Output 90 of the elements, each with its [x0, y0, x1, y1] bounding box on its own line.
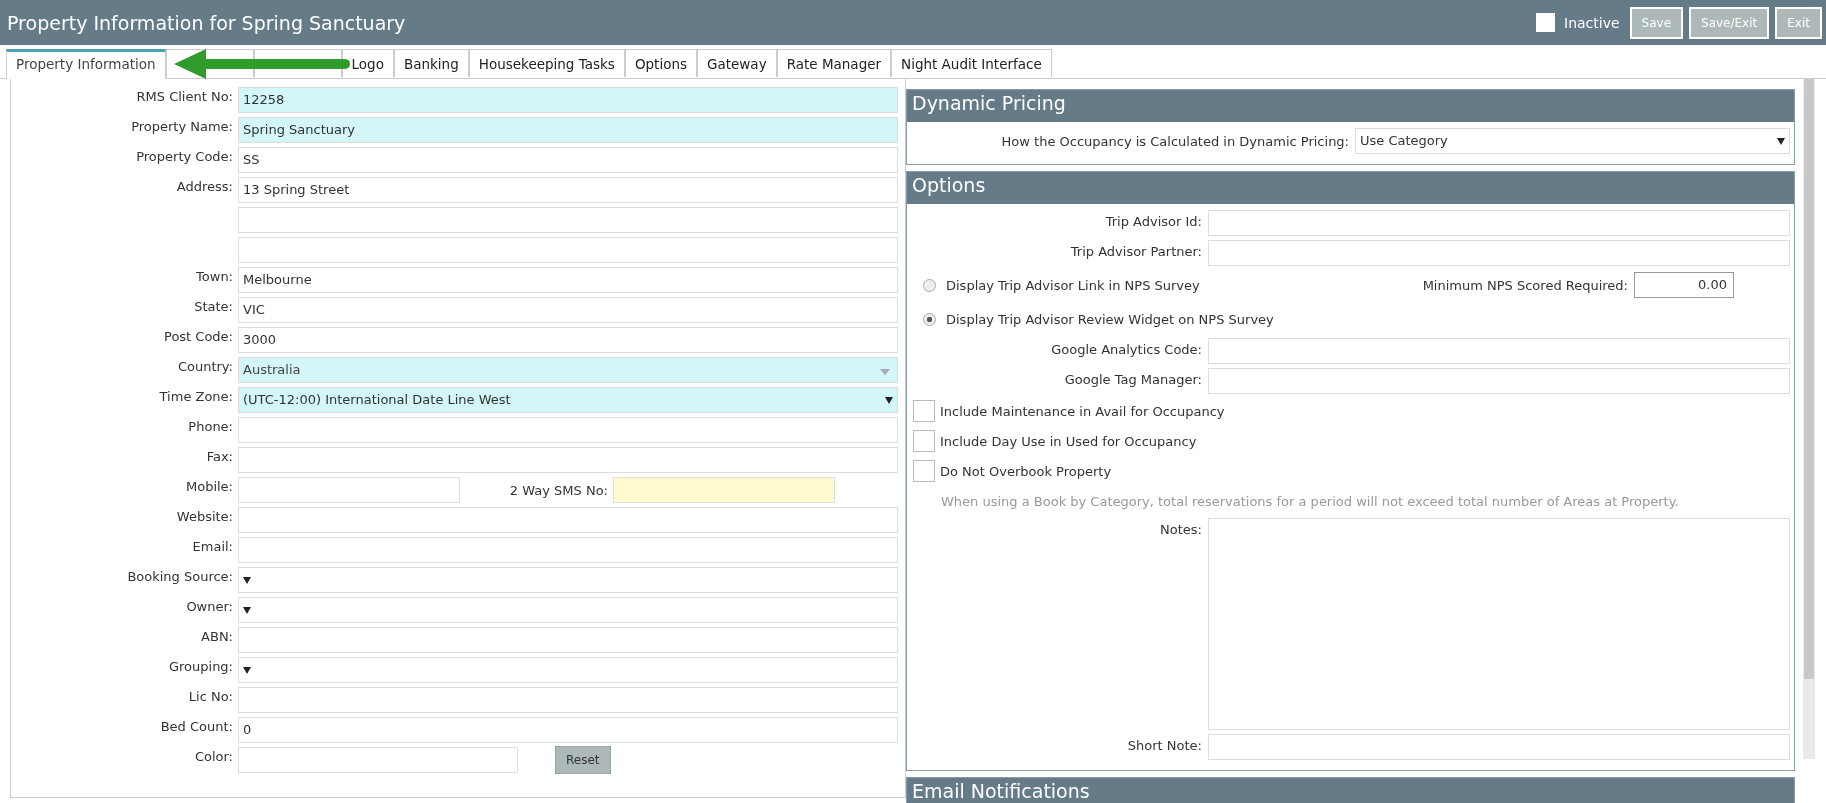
- field-label: Website:: [175, 508, 234, 524]
- field-label: Grouping:: [167, 658, 234, 674]
- radio-label: Display Trip Advisor Link in NPS Survey: [946, 277, 1201, 293]
- notes-area[interactable]: [1208, 518, 1790, 730]
- checkbox-label: Include Day Use in Used for Occupancy: [940, 433, 1197, 449]
- checkbox[interactable]: [913, 400, 935, 422]
- field-label: Bed Count:: [159, 718, 234, 734]
- text-field[interactable]: 12258: [238, 87, 898, 113]
- field-label: Color:: [193, 748, 234, 764]
- text-field[interactable]: [238, 417, 898, 443]
- checkbox[interactable]: [913, 430, 935, 452]
- checkbox[interactable]: [1536, 13, 1555, 32]
- text-field[interactable]: 3000: [238, 327, 898, 353]
- text-field[interactable]: [238, 537, 898, 563]
- text-field[interactable]: [238, 507, 898, 533]
- section-header: Dynamic Pricing: [907, 90, 1794, 122]
- field-label: Owner:: [185, 598, 234, 614]
- text-field[interactable]: [1208, 338, 1790, 364]
- field-label: Post Code:: [163, 328, 234, 344]
- text-field[interactable]: [1208, 210, 1790, 236]
- window-title: Property Information for Spring Sanctuary: [7, 11, 406, 34]
- field-label: Notes:: [1159, 521, 1203, 537]
- tab[interactable]: Options: [624, 49, 697, 77]
- field-label: Address:: [175, 178, 234, 194]
- text-field[interactable]: [238, 627, 898, 653]
- dropdown[interactable]: [238, 567, 898, 593]
- field-label: Town:: [195, 268, 234, 284]
- text-field[interactable]: [238, 237, 898, 263]
- number-field[interactable]: 0.00: [1634, 272, 1734, 298]
- text-field[interactable]: [1208, 240, 1790, 266]
- field-label: Mobile:: [184, 478, 234, 494]
- field-label: Fax:: [205, 448, 234, 464]
- text-field[interactable]: [238, 447, 898, 473]
- field-label: Phone:: [187, 418, 234, 434]
- checkbox-label: Inactive: [1564, 14, 1620, 31]
- field-label: ABN:: [200, 628, 234, 644]
- field-label: Short Note:: [1126, 737, 1203, 753]
- text-field[interactable]: 13 Spring Street: [238, 177, 898, 203]
- text-field[interactable]: SS: [238, 147, 898, 173]
- radio-button[interactable]: [923, 278, 936, 292]
- dropdown[interactable]: Use Category: [1355, 128, 1790, 154]
- scrollbar[interactable]: [1803, 79, 1815, 759]
- text-field[interactable]: [1208, 368, 1790, 394]
- dropdown[interactable]: [238, 657, 898, 683]
- text-field[interactable]: VIC: [238, 297, 898, 323]
- field-label: Time Zone:: [158, 388, 234, 404]
- dropdown[interactable]: (UTC-12:00) International Date Line West: [238, 387, 898, 413]
- text-field[interactable]: 0: [238, 717, 898, 743]
- field-label: Property Code:: [135, 148, 234, 164]
- text-field[interactable]: [613, 477, 835, 503]
- field-label: Lic No:: [187, 688, 234, 704]
- reset-button[interactable]: Reset: [555, 746, 611, 774]
- tab[interactable]: Night Audit Interface: [891, 49, 1052, 77]
- field-label: Trip Advisor Partner:: [1069, 243, 1203, 259]
- dropdown[interactable]: [238, 597, 898, 623]
- text-field[interactable]: Melbourne: [238, 267, 898, 293]
- field-label: Trip Advisor Id:: [1104, 213, 1203, 229]
- radio-button[interactable]: [923, 312, 936, 326]
- tab[interactable]: Rate Manager: [776, 49, 892, 77]
- text-field[interactable]: Spring Sanctuary: [238, 117, 898, 143]
- text-field[interactable]: [1208, 734, 1790, 760]
- field-label: How the Occupancy is Calculated in Dynamic Pricing:: [1000, 133, 1350, 149]
- color-field[interactable]: [238, 747, 518, 773]
- field-label: State:: [193, 298, 234, 314]
- hint-text: When using a Book by Category, total reservations for a period will not exceed total number of Areas at Property.: [940, 493, 1679, 509]
- field-label: Google Analytics Code:: [1050, 341, 1203, 357]
- field-label: Minimum NPS Scored Required:: [1421, 277, 1629, 293]
- field-label: Google Tag Manager:: [1063, 371, 1203, 387]
- tab[interactable]: Gateway: [697, 49, 777, 77]
- tab[interactable]: Banking: [393, 49, 469, 77]
- section-header: Options: [907, 172, 1794, 204]
- tab[interactable]: Property Information: [6, 49, 166, 79]
- checkbox-label: Include Maintenance in Avail for Occupancy: [940, 403, 1225, 419]
- text-field[interactable]: [238, 207, 898, 233]
- checkbox[interactable]: [913, 460, 935, 482]
- tab[interactable]: Housekeeping Tasks: [468, 49, 625, 77]
- checkbox-label: Do Not Overbook Property: [940, 463, 1112, 479]
- caret-icon: [1777, 138, 1785, 145]
- field-label: 2 Way SMS No:: [508, 482, 609, 498]
- field-label: RMS Client No:: [135, 88, 234, 104]
- field-label: Property Name:: [130, 118, 234, 134]
- text-field[interactable]: [238, 687, 898, 713]
- field-label: Booking Source:: [126, 568, 234, 584]
- text-field[interactable]: [238, 477, 460, 503]
- scrollbar-thumb[interactable]: [1804, 79, 1814, 679]
- field-label: Email:: [191, 538, 234, 554]
- section-header: Email Notifications: [907, 778, 1794, 803]
- radio-label: Display Trip Advisor Review Widget on NPS Survey: [946, 311, 1275, 327]
- tab[interactable]: Logo: [341, 49, 394, 77]
- field-label: Country:: [176, 358, 234, 374]
